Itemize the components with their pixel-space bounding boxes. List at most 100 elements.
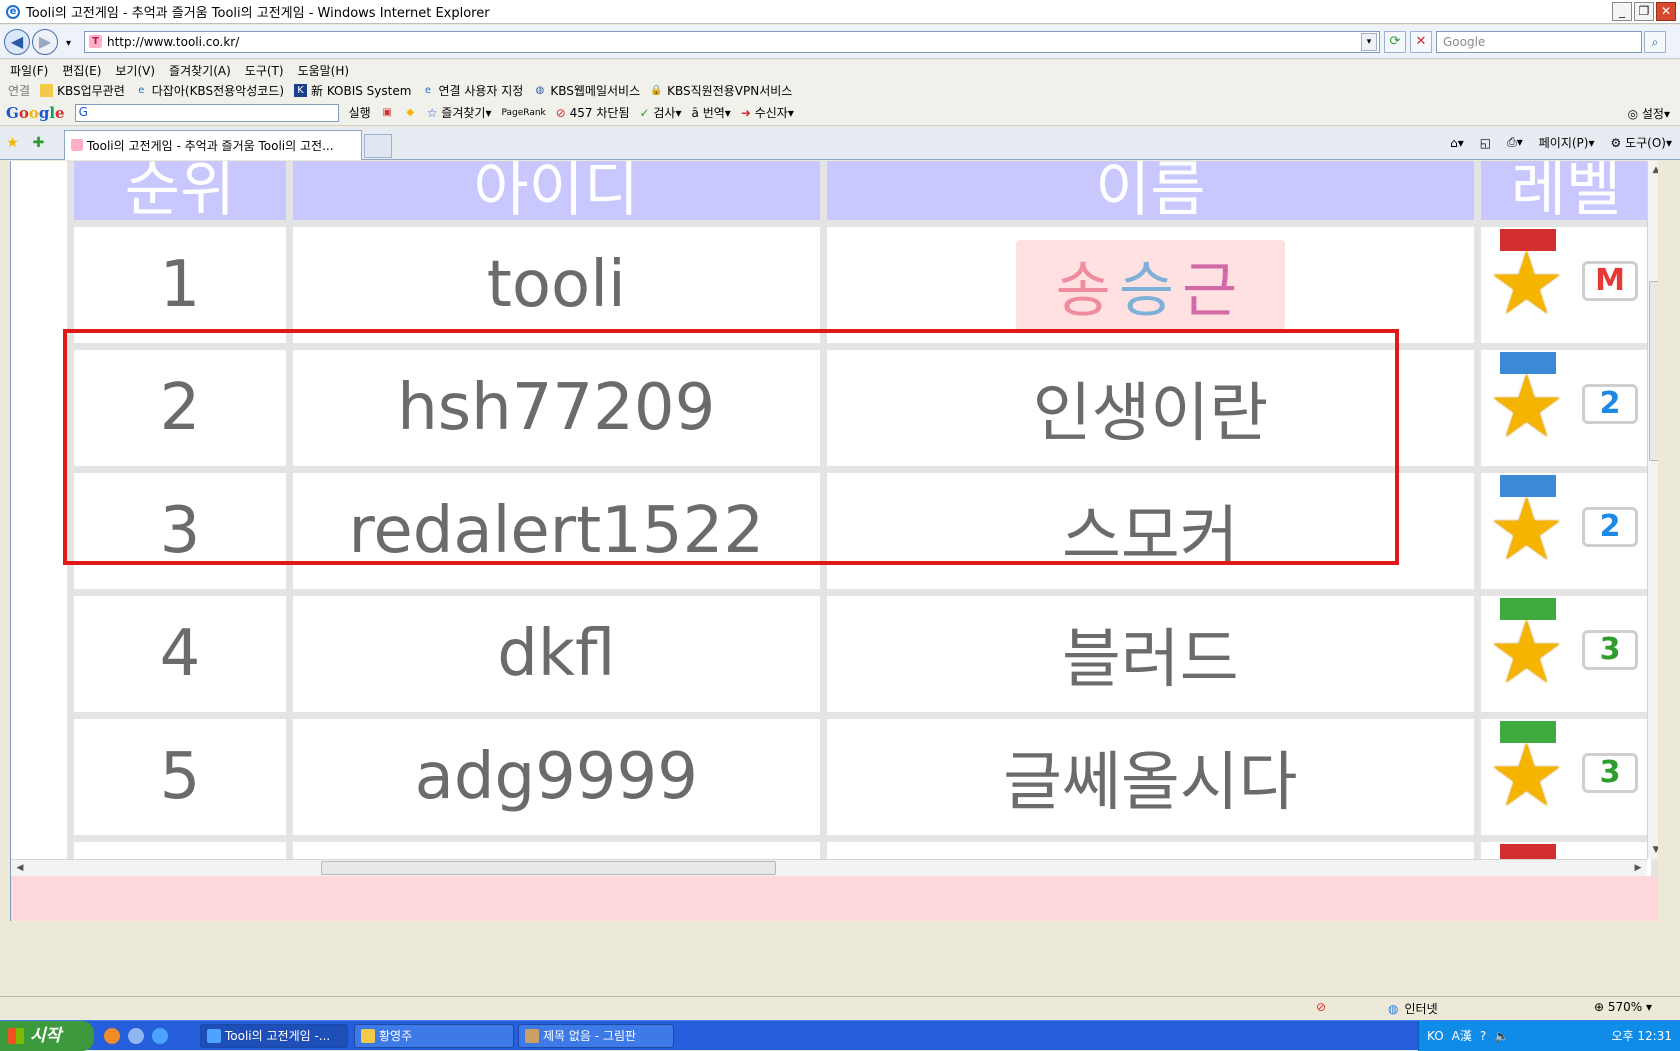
command-bar: ⌂▾ ◱ ⎙▾ 페이지(P)▾ ⚙ 도구(O)▾ [1450, 134, 1672, 151]
system-tray: KO A漢 ? 🔈 오후 12:31 [1418, 1021, 1680, 1051]
ie-icon[interactable] [152, 1028, 168, 1044]
task-paint[interactable]: 제목 없음 - 그림판 [518, 1024, 674, 1048]
refresh-button[interactable]: ⟳ [1384, 31, 1406, 53]
globe-icon: ◍ [535, 84, 545, 96]
address-input[interactable]: T http://www.tooli.co.kr/ ▾ [84, 31, 1380, 53]
forward-button[interactable]: ▶ [32, 29, 58, 55]
add-favorites-icon[interactable]: ✚ [32, 136, 45, 150]
feeds-icon[interactable]: ◱ [1480, 136, 1491, 150]
link-kbs-vpn[interactable]: 🔒 KBS직원전용VPN서비스 [650, 82, 792, 99]
volume-icon[interactable]: 🔈 [1494, 1021, 1509, 1051]
star-icon: ★ [1488, 480, 1566, 580]
user-id-cell[interactable]: hsh77209 [292, 350, 820, 466]
ime-icon[interactable]: A漢 [1452, 1021, 1472, 1051]
rank-cell: 2 [74, 350, 286, 466]
page-menu-button[interactable]: 페이지(P)▾ [1539, 134, 1595, 151]
help-icon[interactable]: ? [1480, 1021, 1486, 1051]
spellcheck-button[interactable]: ✓ 검사▾ [640, 104, 682, 121]
language-indicator[interactable]: KO [1427, 1021, 1444, 1051]
google-bookmarks-button[interactable]: ☆ 즐겨찾기▾ [427, 104, 492, 121]
vertical-scroll-thumb[interactable] [1649, 281, 1658, 461]
table-row: 4 dkfl 블러드 ★ 3 [74, 596, 1651, 712]
level-badge: 2 [1582, 384, 1639, 424]
menu-help[interactable]: 도움말(H) [298, 62, 350, 79]
tab-label: Tooli의 고전게임 - 추억과 즐거움 Tooli의 고전... [87, 139, 334, 153]
maximize-button[interactable]: ❐ [1634, 2, 1654, 21]
google-search-input[interactable]: G [74, 103, 339, 122]
close-button[interactable]: ✕ [1656, 2, 1676, 21]
link-kbs-work[interactable]: KBS업무관련 [40, 82, 125, 99]
popup-blocker-button[interactable]: ⊘ 457 차단됨 [556, 104, 630, 121]
translate-icon: ā [691, 106, 699, 120]
task-ie-window[interactable]: Tooli의 고전게임 -... [200, 1024, 348, 1048]
tab-tooli[interactable]: Tooli의 고전게임 - 추억과 즐거움 Tooli의 고전... [64, 130, 362, 160]
header-name: 이름 [826, 161, 1475, 220]
google-settings-button[interactable]: ◎ 설정▾ [1628, 105, 1670, 122]
rank-cell: 1 [74, 227, 286, 343]
user-id-cell[interactable]: tooli [292, 227, 820, 343]
horizontal-scrollbar[interactable]: ◀ ▶ [11, 859, 1647, 876]
link-customize[interactable]: e 연결 사용자 지정 [421, 82, 524, 99]
scroll-right-icon[interactable]: ▶ [1631, 861, 1645, 875]
history-dropdown-icon[interactable]: ▾ [62, 37, 75, 50]
print-icon[interactable]: ⎙▾ [1507, 135, 1523, 150]
home-icon[interactable]: ⌂▾ [1450, 136, 1464, 150]
zoom-level-button[interactable]: ⊕ 570% ▾ [1594, 1000, 1652, 1014]
menu-view[interactable]: 보기(V) [115, 62, 155, 79]
level-badge: M [1582, 261, 1639, 301]
tools-menu-button[interactable]: ⚙ 도구(O)▾ [1611, 134, 1673, 151]
send-icon: ➜ [740, 106, 751, 120]
popup-blocked-icon[interactable]: ⊘ [1316, 1000, 1326, 1014]
table-header-row: 순위 아이디 이름 레벨 [74, 161, 1651, 220]
nickname-cell: 송승근 [826, 227, 1475, 343]
scroll-up-icon[interactable]: ▲ [1649, 163, 1658, 177]
star-icon: ★ [1488, 357, 1566, 457]
google-icon[interactable]: ◆ [404, 106, 417, 119]
scroll-down-icon[interactable]: ▼ [1649, 843, 1658, 857]
new-tab-button[interactable] [364, 134, 392, 158]
horizontal-scroll-thumb[interactable] [321, 861, 776, 875]
scroll-left-icon[interactable]: ◀ [13, 861, 27, 875]
star-icon: ★ [1488, 234, 1566, 334]
stop-button[interactable]: ✕ [1410, 31, 1432, 53]
links-bar: 연결 KBS업무관련 e 다잡아(KBS전용악성코드) K新 KOBIS Syst… [0, 80, 1680, 100]
blocked-icon: ⊘ [555, 106, 566, 120]
star-icon: ★ [1488, 603, 1566, 703]
rank-cell: 5 [74, 719, 286, 835]
google-run-button[interactable]: 실행 [349, 104, 371, 121]
vertical-scrollbar[interactable]: ▲ ▼ [1647, 161, 1658, 859]
minimize-button[interactable]: _ [1612, 2, 1632, 21]
user-id-cell[interactable]: adg9999 [292, 719, 820, 835]
link-kobis[interactable]: K新 KOBIS System [294, 82, 411, 99]
wrench-icon: ◎ [1627, 107, 1639, 121]
ie-page-icon: e [138, 84, 145, 96]
menu-favorites[interactable]: 즐겨찾기(A) [169, 62, 231, 79]
ie-page-icon: e [424, 84, 432, 96]
firefox-icon[interactable] [104, 1028, 120, 1044]
menu-edit[interactable]: 편집(E) [62, 62, 101, 79]
news-icon[interactable]: ▣ [381, 106, 394, 119]
user-id-cell[interactable]: dkfl [292, 596, 820, 712]
rank-cell: 4 [74, 596, 286, 712]
tab-row: ★ ✚ Tooli의 고전게임 - 추억과 즐거움 Tooli의 고전... ⌂… [0, 127, 1680, 160]
menu-file[interactable]: 파일(F) [10, 62, 48, 79]
back-button[interactable]: ◀ [4, 29, 30, 55]
address-dropdown-icon[interactable]: ▾ [1361, 33, 1377, 51]
outlook-icon[interactable] [128, 1028, 144, 1044]
favorites-star-icon[interactable]: ★ [6, 136, 19, 150]
translate-button[interactable]: ā 번역▾ [692, 104, 731, 121]
start-button[interactable]: 시작 [0, 1021, 94, 1051]
user-id-cell[interactable]: redalert1522 [292, 473, 820, 589]
table-row: 5 adg9999 글쎄올시다 ★ 3 [74, 719, 1651, 835]
link-dajaba[interactable]: e 다잡아(KBS전용악성코드) [135, 82, 284, 99]
search-icon[interactable]: ⌕ [1644, 31, 1666, 53]
search-input[interactable]: Google [1436, 31, 1642, 53]
folder-icon [40, 83, 54, 97]
window-controls: _ ❐ ✕ [1612, 2, 1676, 21]
send-to-button[interactable]: ➜ 수신자▾ [741, 104, 794, 121]
link-kbs-webmail[interactable]: ◍ KBS웹메일서비스 [533, 82, 640, 99]
task-folder[interactable]: 황영주 [354, 1024, 514, 1048]
menu-tools[interactable]: 도구(T) [245, 62, 284, 79]
level-badge: 3 [1582, 753, 1639, 793]
page-footer-band [11, 876, 1658, 921]
